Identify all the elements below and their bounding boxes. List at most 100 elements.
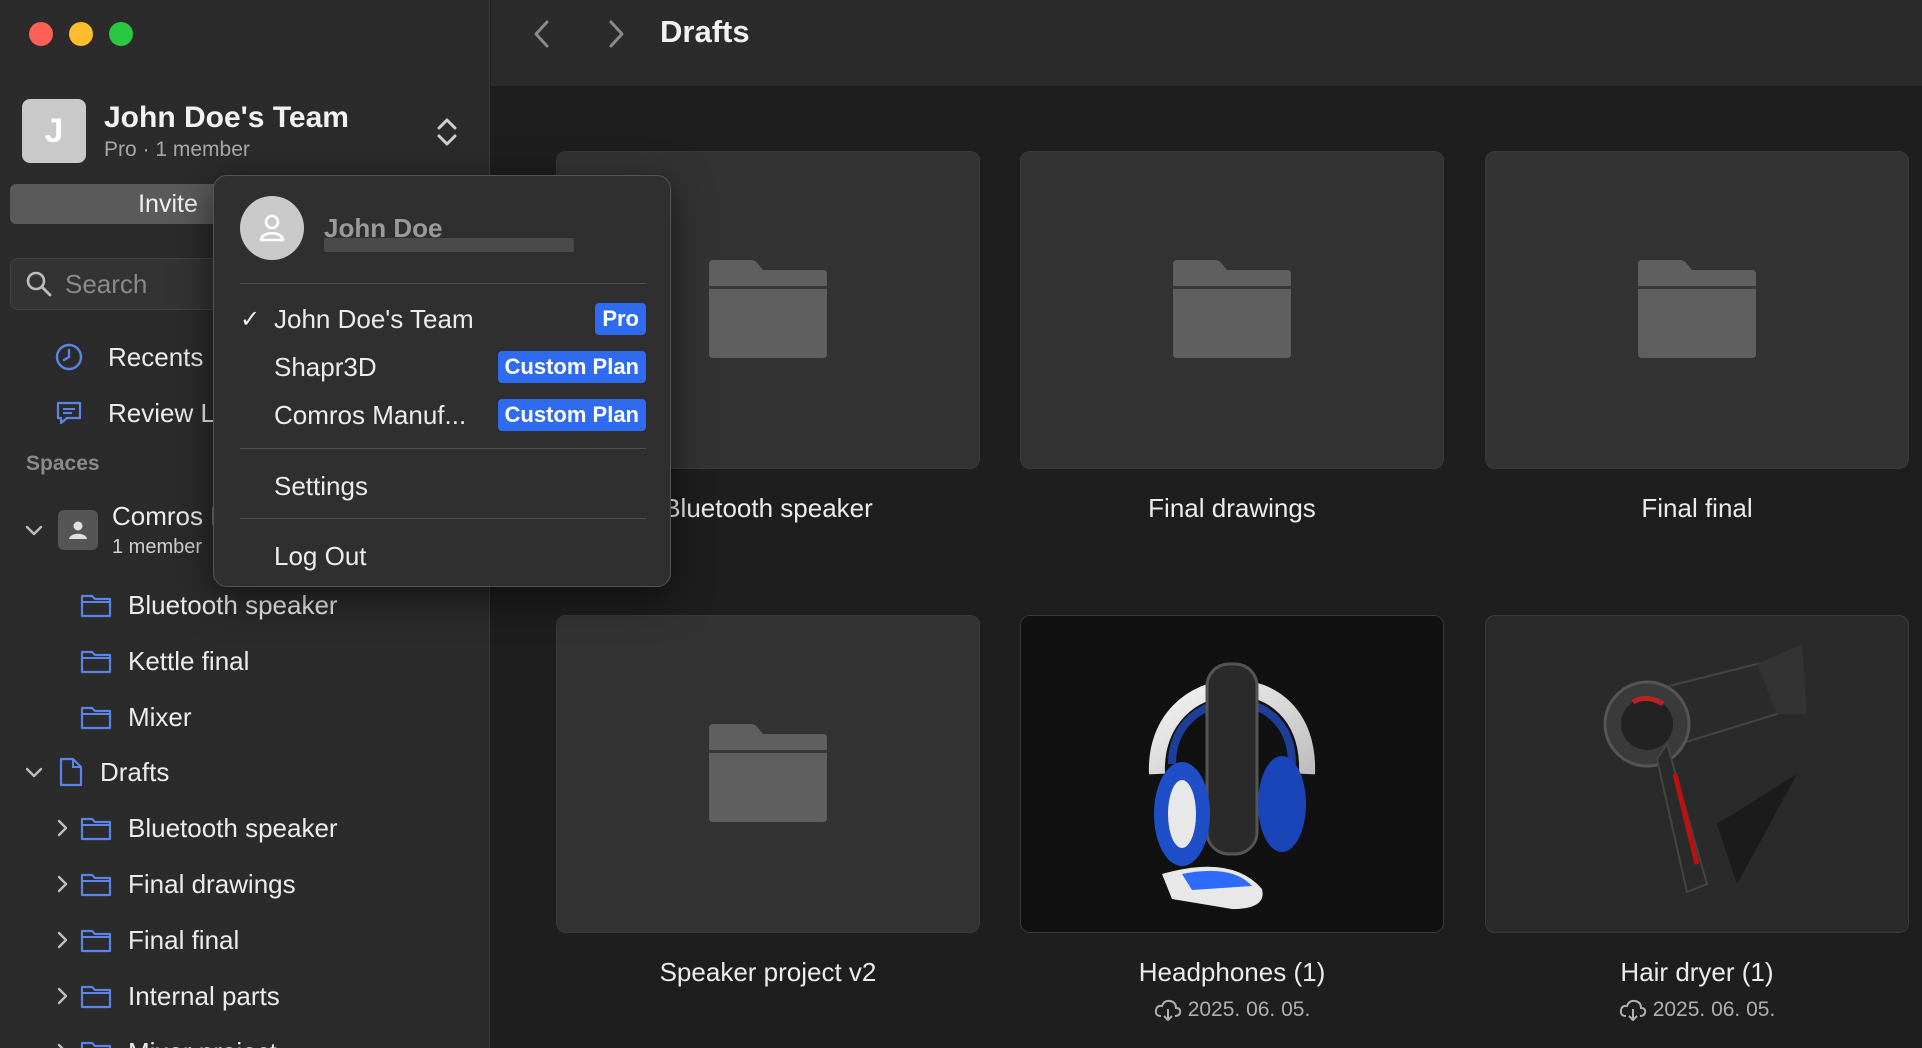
space-avatar [58, 509, 98, 550]
sidebar-draft-folder-final-final[interactable]: Final final [52, 920, 239, 960]
sidebar-item-label: Recents [108, 341, 204, 372]
grid-item-title: Final drawings [1148, 493, 1316, 523]
sidebar-folder-mixer[interactable]: Mixer [80, 697, 192, 737]
chevron-down-icon[interactable] [24, 762, 44, 782]
menu-item-settings[interactable]: Settings [240, 466, 646, 506]
team-plan: Pro · 1 member [104, 138, 250, 161]
menu-item-team-shapr3d[interactable]: Shapr3D Custom Plan [240, 347, 646, 387]
sidebar-item-review[interactable]: Review L [54, 393, 215, 433]
grid-item-final-drawings[interactable]: Final drawings [1020, 151, 1444, 524]
chevron-right-icon[interactable] [52, 1042, 72, 1048]
team-name: John Doe's Team [104, 101, 349, 134]
grid-item-speaker-project-v2[interactable]: Speaker project v2 [556, 615, 980, 988]
folder-icon [80, 985, 112, 1009]
plan-badge: Custom Plan [497, 399, 646, 431]
grid-item-title: Final final [1641, 493, 1753, 523]
model-thumbnail[interactable] [1485, 615, 1909, 933]
menu-divider [240, 283, 646, 284]
grid-item-headphones[interactable]: Headphones (1) 2025. 06. 05. [1020, 615, 1444, 1022]
space-member-count: 1 member [112, 536, 203, 558]
menu-divider [240, 448, 646, 449]
page-title: Drafts [660, 14, 750, 49]
folder-label: Mixer [128, 701, 192, 732]
redacted-email [324, 238, 574, 252]
chevron-up-down-icon[interactable] [432, 114, 462, 150]
folder-label: Final final [128, 924, 240, 955]
sidebar-item-recents[interactable]: Recents [54, 337, 203, 377]
folder-icon [80, 650, 112, 674]
search-icon [26, 271, 52, 297]
menu-item-label: Log Out [274, 540, 367, 571]
chevron-right-icon[interactable] [52, 874, 72, 894]
cloud-download-icon [1619, 999, 1646, 1021]
sidebar-draft-folder-mixer-project[interactable]: Mixer project [52, 1032, 277, 1048]
folder-thumbnail[interactable] [1020, 151, 1444, 469]
folder-thumbnail[interactable] [1485, 151, 1909, 469]
folder-thumbnail[interactable] [556, 615, 980, 933]
folder-icon [80, 929, 112, 953]
menu-divider [240, 518, 646, 519]
folder-icon [1638, 260, 1756, 358]
menu-item-logout[interactable]: Log Out [240, 536, 646, 576]
sidebar-folder-kettle-final[interactable]: Kettle final [80, 641, 249, 681]
menu-item-team-john-doe[interactable]: ✓ John Doe's Team Pro [240, 299, 646, 339]
sidebar-draft-folder-internal-parts[interactable]: Internal parts [52, 976, 280, 1016]
folder-label: Internal parts [128, 980, 280, 1011]
team-switcher-menu: John Doe ✓ John Doe's Team Pro Shapr3D C… [213, 175, 671, 587]
window-controls [29, 22, 133, 46]
space-name: Comros I [112, 501, 218, 531]
folder-label: Final drawings [128, 868, 296, 899]
chevron-right-icon[interactable] [52, 986, 72, 1006]
chevron-right-icon[interactable] [52, 930, 72, 950]
grid-item-date-text: 2025. 06. 05. [1652, 998, 1776, 1021]
team-switcher[interactable]: J John Doe's Team Pro · 1 member [22, 98, 462, 164]
grid-item-hair-dryer[interactable]: Hair dryer (1) 2025. 06. 05. [1485, 615, 1909, 1022]
document-icon [59, 757, 83, 787]
folder-icon [80, 1041, 112, 1048]
plan-badge: Pro [595, 303, 646, 335]
sidebar-item-label: Review L [108, 397, 215, 428]
folder-label: Bluetooth speaker [128, 589, 338, 620]
menu-item-label: Comros Manuf... [274, 399, 467, 430]
close-window-button[interactable] [29, 22, 53, 46]
grid-item-date: 2025. 06. 05. [1020, 998, 1444, 1022]
back-arrow-icon[interactable] [527, 18, 559, 50]
menu-item-team-comros[interactable]: Comros Manuf... Custom Plan [240, 395, 646, 435]
minimize-window-button[interactable] [69, 22, 93, 46]
sidebar-draft-folder-final-drawings[interactable]: Final drawings [52, 864, 296, 904]
folder-icon [80, 594, 112, 618]
folder-icon [80, 706, 112, 730]
person-icon [259, 214, 285, 242]
model-thumbnail[interactable] [1020, 615, 1444, 933]
folder-label: Mixer project [128, 1037, 277, 1048]
plan-badge: Custom Plan [497, 351, 646, 383]
grid-item-title: Hair dryer (1) [1620, 957, 1774, 987]
sidebar-item-drafts[interactable]: Drafts [24, 752, 169, 792]
folder-label: Bluetooth speaker [128, 812, 338, 843]
sidebar-folder-bluetooth-speaker[interactable]: Bluetooth speaker [80, 585, 338, 625]
grid-item-final-final[interactable]: Final final [1485, 151, 1909, 524]
drafts-grid: Bluetooth speaker Final drawings Final f… [491, 86, 1922, 1048]
menu-item-label: Settings [274, 470, 368, 501]
headphones-model-image [1148, 662, 1316, 909]
zoom-window-button[interactable] [109, 22, 133, 46]
app-window: J John Doe's Team Pro · 1 member Invite [0, 0, 1922, 1048]
spaces-heading: Spaces [26, 452, 100, 475]
sidebar-item-label: Drafts [100, 756, 170, 787]
chevron-down-icon[interactable] [24, 520, 44, 540]
person-icon [69, 521, 87, 539]
sidebar-draft-folder-bluetooth-speaker[interactable]: Bluetooth speaker [52, 808, 338, 848]
user-avatar [240, 196, 304, 260]
chevron-right-icon[interactable] [52, 818, 72, 838]
team-avatar: J [22, 99, 86, 163]
hair-dryer-model-image [1603, 644, 1807, 894]
folder-icon [1173, 260, 1291, 358]
menu-item-label: Shapr3D [274, 351, 377, 382]
grid-item-date: 2025. 06. 05. [1485, 998, 1909, 1022]
space-comros[interactable]: Comros I 1 member [24, 500, 217, 559]
folder-icon [709, 724, 827, 822]
forward-arrow-icon[interactable] [599, 18, 631, 50]
cloud-download-icon [1154, 999, 1181, 1021]
folder-icon [80, 873, 112, 897]
folder-label: Kettle final [128, 645, 250, 676]
